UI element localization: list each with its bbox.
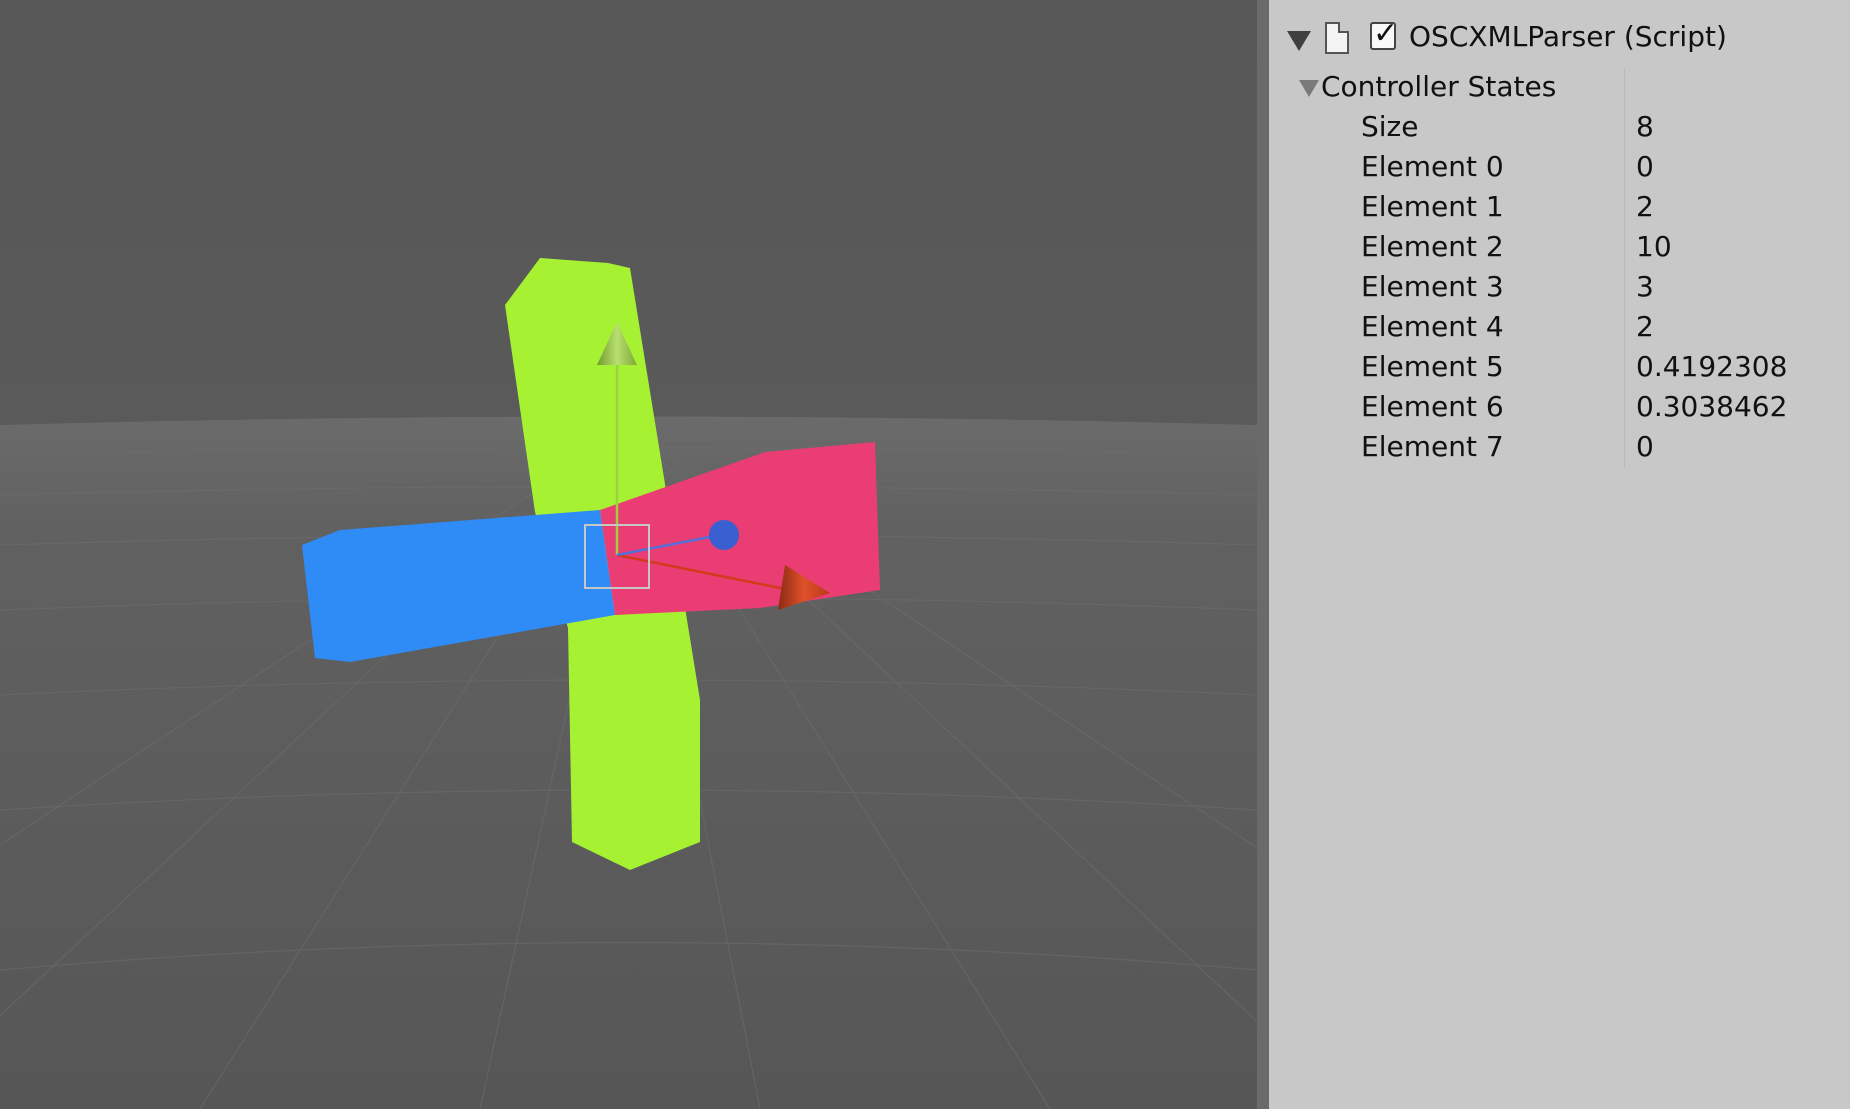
foldout-triangle-icon[interactable]: [1287, 31, 1311, 51]
section-foldout-icon[interactable]: [1299, 80, 1319, 97]
element-field[interactable]: 0: [1636, 430, 1654, 463]
property-label: Element 1: [1361, 190, 1504, 223]
array-element-row[interactable]: Element 6 0.3038462: [1269, 388, 1850, 428]
component-enabled-checkbox[interactable]: ✓: [1370, 16, 1398, 51]
checkmark-icon: ✓: [1373, 16, 1399, 51]
element-field[interactable]: 0: [1636, 150, 1654, 183]
property-label: Element 6: [1361, 390, 1504, 423]
array-size-row[interactable]: Size 8: [1269, 108, 1850, 148]
array-element-row[interactable]: Element 1 2: [1269, 188, 1850, 228]
array-element-row[interactable]: Element 4 2: [1269, 308, 1850, 348]
element-field[interactable]: 3: [1636, 270, 1654, 303]
element-field[interactable]: 10: [1636, 230, 1672, 263]
property-label: Element 5: [1361, 350, 1504, 383]
property-label: Size: [1361, 110, 1419, 143]
array-element-row[interactable]: Element 0 0: [1269, 148, 1850, 188]
property-label: Element 4: [1361, 310, 1504, 343]
scene-view[interactable]: [0, 0, 1257, 1109]
array-element-row[interactable]: Element 7 0: [1269, 428, 1850, 468]
scene-canvas[interactable]: [0, 0, 1257, 1109]
element-field[interactable]: 2: [1636, 190, 1654, 223]
panel-divider[interactable]: [1257, 0, 1269, 1109]
section-label: Controller States: [1321, 70, 1557, 103]
property-label: Element 2: [1361, 230, 1504, 263]
array-element-row[interactable]: Element 2 10: [1269, 228, 1850, 268]
property-label: Element 3: [1361, 270, 1504, 303]
property-label: Element 0: [1361, 150, 1504, 183]
component-title: OSCXMLParser (Script): [1409, 20, 1727, 53]
property-label: Element 7: [1361, 430, 1504, 463]
gizmo-z-handle[interactable]: [709, 520, 739, 550]
size-field[interactable]: 8: [1636, 110, 1654, 143]
element-field[interactable]: 0.3038462: [1636, 390, 1787, 423]
unity-editor-window: ✓ OSCXMLParser (Script) Controller State…: [0, 0, 1850, 1109]
component-header[interactable]: ✓ OSCXMLParser (Script): [1269, 16, 1850, 66]
element-field[interactable]: 0.4192308: [1636, 350, 1787, 383]
array-element-row[interactable]: Element 5 0.4192308: [1269, 348, 1850, 388]
script-document-icon: [1325, 22, 1349, 54]
inspector-panel: ✓ OSCXMLParser (Script) Controller State…: [1269, 0, 1850, 1109]
array-element-row[interactable]: Element 3 3: [1269, 268, 1850, 308]
element-field[interactable]: 2: [1636, 310, 1654, 343]
